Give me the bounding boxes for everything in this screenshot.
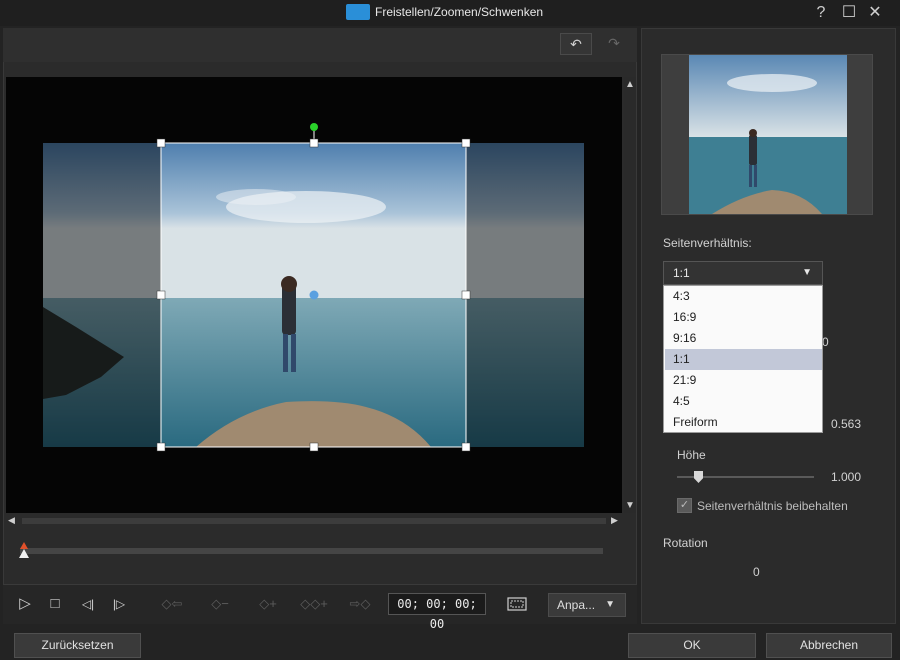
close-button[interactable]: ✕ (864, 2, 886, 24)
fit-zoom-dropdown[interactable]: Anpa... ▼ (548, 593, 626, 617)
keep-ratio-checkbox[interactable]: ✓ (677, 498, 692, 513)
aspect-option-1-1[interactable]: 1:1 (665, 349, 822, 370)
play-button[interactable]: ▷ (14, 593, 36, 615)
height-value: 1.000 (831, 470, 862, 484)
chevron-down-icon: ▼ (605, 599, 615, 610)
aspect-ratio-label: Seitenverhältnis: (663, 236, 752, 250)
maximize-button[interactable]: ☐ (838, 2, 860, 24)
crop-handle[interactable] (309, 138, 319, 148)
timecode-display[interactable]: 00; 00; 00; 00 (388, 593, 486, 631)
scroll-down-icon[interactable]: ▼ (624, 500, 636, 511)
rotation-value: 0 (753, 565, 760, 579)
fit-zoom-label: Anpa... (557, 598, 596, 612)
aspect-option-freeform[interactable]: Freiform (665, 412, 822, 433)
horizontal-scrollbar[interactable]: ◀ ▶ (6, 515, 622, 527)
undo-button[interactable]: ↶ (560, 33, 592, 55)
partial-value: 0 (822, 335, 829, 349)
scroll-right-icon[interactable]: ▶ (611, 515, 618, 526)
vertical-scrollbar[interactable]: ▲ ▼ (624, 77, 636, 513)
crop-handle[interactable] (156, 442, 166, 452)
app-logo-icon (346, 4, 370, 20)
height-label: Höhe (677, 448, 706, 462)
next-keyframe-button[interactable]: ⇨◇ (342, 593, 378, 615)
ok-button[interactable]: OK (628, 633, 756, 658)
previous-keyframe-button[interactable]: ◇⇦ (154, 593, 190, 615)
rotation-label: Rotation (663, 536, 708, 550)
crop-handle[interactable] (309, 442, 319, 452)
help-button[interactable]: ? (810, 2, 832, 24)
thumbnail-image (689, 55, 847, 214)
remove-keyframe-button[interactable]: ◇− (204, 593, 236, 615)
aspect-option-4-5[interactable]: 4:5 (665, 391, 822, 412)
crop-handle[interactable] (461, 290, 471, 300)
rotate-handle[interactable] (310, 123, 318, 131)
scrollbar-track[interactable] (22, 518, 606, 524)
crop-handle[interactable] (156, 138, 166, 148)
aspect-option-4-3[interactable]: 4:3 (665, 286, 822, 307)
aspect-ratio-dropdown[interactable]: 1:1 ▼ (663, 261, 823, 285)
cancel-button[interactable]: Abbrechen (766, 633, 892, 658)
aspect-option-16-9[interactable]: 16:9 (665, 307, 822, 328)
timeline-track[interactable] (20, 548, 603, 554)
crop-handle[interactable] (461, 138, 471, 148)
crop-handle[interactable] (156, 290, 166, 300)
preview-image (43, 123, 584, 452)
aspect-option-9-16[interactable]: 9:16 (665, 328, 822, 349)
window-title: Freistellen/Zoomen/Schwenken (375, 5, 544, 19)
scroll-up-icon[interactable]: ▲ (624, 79, 636, 90)
duplicate-keyframe-button[interactable]: ◇◇+ (296, 593, 332, 615)
width-value: 0.563 (831, 417, 862, 431)
center-handle[interactable] (309, 290, 319, 300)
crop-handle[interactable] (461, 442, 471, 452)
aspect-ratio-value: 1:1 (673, 266, 690, 280)
aspect-ratio-options-list: 4:3 16:9 9:16 1:1 21:9 4:5 Freiform (663, 285, 823, 433)
keep-ratio-label: Seitenverhältnis beibehalten (697, 499, 848, 513)
safe-zone-icon[interactable] (507, 596, 527, 612)
redo-button[interactable]: ↷ (598, 33, 630, 55)
next-frame-button[interactable]: |▷ (106, 593, 132, 615)
previous-frame-button[interactable]: ◁| (75, 593, 101, 615)
playhead-marker[interactable] (19, 541, 29, 559)
scroll-left-icon[interactable]: ◀ (8, 515, 15, 526)
editor-toolbar (3, 28, 637, 62)
aspect-option-21-9[interactable]: 21:9 (665, 370, 822, 391)
reset-button[interactable]: Zurücksetzen (14, 633, 141, 658)
add-keyframe-button[interactable]: ◇+ (252, 593, 284, 615)
chevron-down-icon: ▼ (802, 267, 812, 278)
preview-canvas[interactable] (6, 77, 622, 513)
output-preview-thumbnail (661, 54, 873, 215)
stop-button[interactable]: □ (44, 593, 66, 615)
